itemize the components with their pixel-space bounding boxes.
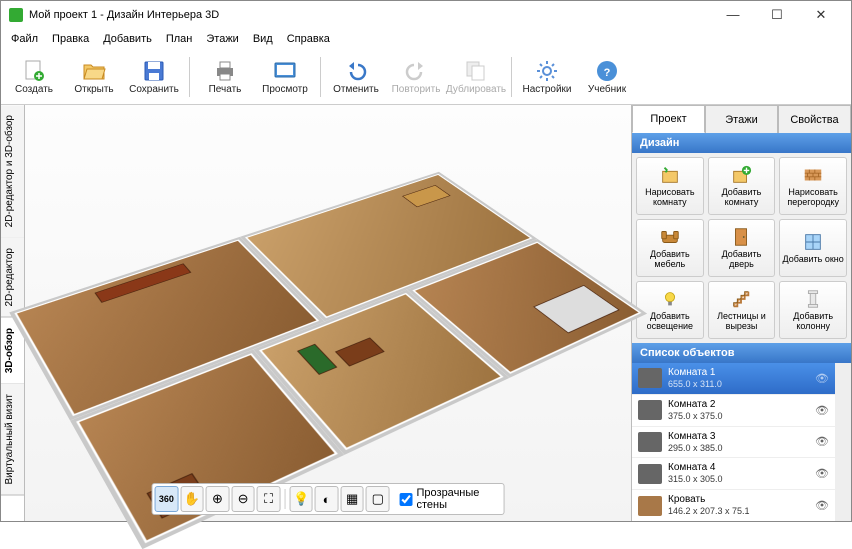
toolbar-settings-button[interactable]: Настройки (518, 52, 576, 102)
menu-План[interactable]: План (160, 31, 199, 47)
design-tools-grid: Нарисовать комнатуДобавить комнатуНарисо… (632, 153, 851, 343)
new-icon (22, 59, 46, 83)
design-column-button[interactable]: Добавить колонну (779, 281, 847, 339)
window-icon (802, 231, 824, 253)
preview-icon (273, 59, 297, 83)
stairs-icon (730, 288, 752, 310)
main-toolbar: СоздатьОткрытьСохранить ПечатьПросмотр Отм… (1, 49, 851, 105)
object-list: Комната 1655.0 x 311.0👁Комната 2375.0 x … (632, 363, 835, 521)
menu-Файл[interactable]: Файл (5, 31, 44, 47)
design-furniture-button[interactable]: Добавить мебель (636, 219, 704, 277)
3d-viewport[interactable]: 360 ✋ ⊕ ⊖ ⛶ 💡 ◐ ▦ ▢ Прозрачные стены (25, 105, 631, 521)
rotate-360-button[interactable]: 360 (155, 486, 179, 512)
room-icon (638, 400, 662, 420)
pan-button[interactable]: ✋ (180, 486, 204, 512)
fit-button[interactable]: ⛶ (257, 486, 281, 512)
design-draw-room-button[interactable]: Нарисовать комнату (636, 157, 704, 215)
undo-icon (344, 59, 368, 83)
visibility-icon[interactable]: 👁 (815, 467, 829, 480)
menu-Правка[interactable]: Правка (46, 31, 95, 47)
visibility-icon[interactable]: 👁 (815, 499, 829, 512)
close-button[interactable]: ✕ (799, 4, 843, 26)
menubar: ФайлПравкаДобавитьПланЭтажиВидСправка (1, 29, 851, 49)
right-tab-2[interactable]: Свойства (778, 105, 851, 133)
toolbar-redo-button: Повторить (387, 52, 445, 102)
room-icon (638, 464, 662, 484)
draw-room-icon (659, 164, 681, 186)
window-title: Мой проект 1 - Дизайн Интерьера 3D (29, 9, 711, 21)
design-section-header: Дизайн (632, 133, 851, 153)
light-icon (659, 288, 681, 310)
view-tab[interactable]: 2D-редактор и 3D-обзор (1, 105, 24, 238)
design-stairs-button[interactable]: Лестницы и вырезы (708, 281, 776, 339)
object-row[interactable]: Комната 1655.0 x 311.0👁 (632, 363, 835, 395)
dup-icon (464, 59, 488, 83)
menu-Добавить[interactable]: Добавить (97, 31, 158, 47)
design-door-button[interactable]: Добавить дверь (708, 219, 776, 277)
design-wall-button[interactable]: Нарисовать перегородку (779, 157, 847, 215)
toolbar-new-button[interactable]: Создать (5, 52, 63, 102)
bed-icon (638, 496, 662, 516)
design-window-button[interactable]: Добавить окно (779, 219, 847, 277)
wireframe-button[interactable]: ▢ (366, 486, 390, 512)
object-row[interactable]: Комната 2375.0 x 375.0👁 (632, 395, 835, 427)
toolbar-dup-button: Дублировать (447, 52, 505, 102)
svg-text:?: ? (604, 67, 611, 79)
room-icon (638, 368, 662, 388)
object-row[interactable]: Комната 4315.0 x 305.0👁 (632, 458, 835, 490)
shade-button[interactable]: ◐ (315, 486, 339, 512)
room-icon (638, 432, 662, 452)
open-icon (82, 59, 106, 83)
menu-Справка[interactable]: Справка (281, 31, 336, 47)
menu-Этажи[interactable]: Этажи (200, 31, 244, 47)
design-add-room-button[interactable]: Добавить комнату (708, 157, 776, 215)
visibility-icon[interactable]: 👁 (815, 404, 829, 417)
toolbar-preview-button[interactable]: Просмотр (256, 52, 314, 102)
right-panel: ПроектЭтажиСвойства Дизайн Нарисовать ко… (631, 105, 851, 521)
texture-button[interactable]: ▦ (340, 486, 364, 512)
save-icon (142, 59, 166, 83)
right-tabs: ПроектЭтажиСвойства (632, 105, 851, 133)
view-tab[interactable]: Виртуальный визит (1, 384, 24, 496)
help-icon: ? (595, 59, 619, 83)
zoom-in-button[interactable]: ⊕ (206, 486, 230, 512)
right-tab-0[interactable]: Проект (632, 105, 705, 133)
objects-section-header: Список объектов (632, 343, 851, 363)
menu-Вид[interactable]: Вид (247, 31, 279, 47)
toolbar-save-button[interactable]: Сохранить (125, 52, 183, 102)
zoom-out-button[interactable]: ⊖ (231, 486, 255, 512)
scrollbar[interactable] (835, 363, 851, 521)
toolbar-print-button[interactable]: Печать (196, 52, 254, 102)
transparent-walls-checkbox[interactable]: Прозрачные стены (400, 487, 502, 511)
object-row[interactable]: Кровать146.2 x 207.3 x 75.1👁 (632, 490, 835, 521)
settings-icon (535, 59, 559, 83)
add-room-icon (730, 164, 752, 186)
minimize-button[interactable]: — (711, 4, 755, 26)
object-row[interactable]: Комната 3295.0 x 385.0👁 (632, 427, 835, 459)
right-tab-1[interactable]: Этажи (705, 105, 778, 133)
titlebar: Мой проект 1 - Дизайн Интерьера 3D — ☐ ✕ (1, 1, 851, 29)
furniture-icon (659, 226, 681, 248)
column-icon (802, 288, 824, 310)
toolbar-help-button[interactable]: ?Учебник (578, 52, 636, 102)
visibility-icon[interactable]: 👁 (815, 372, 829, 385)
app-icon (9, 8, 23, 22)
door-icon (730, 226, 752, 248)
toolbar-undo-button[interactable]: Отменить (327, 52, 385, 102)
design-light-button[interactable]: Добавить освещение (636, 281, 704, 339)
view-tab[interactable]: 2D-редактор (1, 238, 24, 318)
lights-button[interactable]: 💡 (289, 486, 313, 512)
wall-icon (802, 164, 824, 186)
viewport-toolbar: 360 ✋ ⊕ ⊖ ⛶ 💡 ◐ ▦ ▢ Прозрачные стены (152, 483, 505, 515)
toolbar-open-button[interactable]: Открыть (65, 52, 123, 102)
redo-icon (404, 59, 428, 83)
print-icon (213, 59, 237, 83)
visibility-icon[interactable]: 👁 (815, 435, 829, 448)
maximize-button[interactable]: ☐ (755, 4, 799, 26)
